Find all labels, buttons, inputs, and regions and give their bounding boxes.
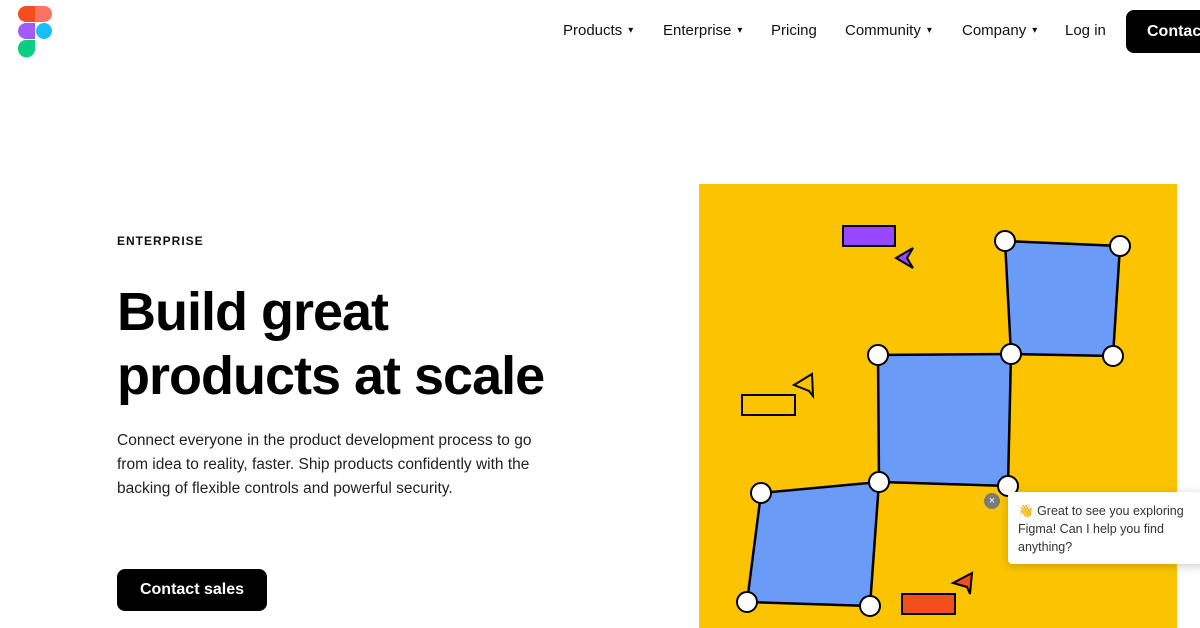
blue-square-middle [876, 352, 1013, 488]
chat-close-icon[interactable]: × [984, 493, 1000, 509]
hero-description: Connect everyone in the product developm… [117, 432, 532, 497]
handle-dot [859, 595, 881, 617]
contact-button[interactable]: Contact [1126, 10, 1200, 53]
chevron-down-icon: ▾ [628, 25, 634, 36]
chevron-down-icon: ▾ [926, 25, 932, 36]
handle-dot [736, 591, 758, 613]
nav-login-label: Log in [1065, 22, 1106, 39]
nav-products[interactable]: Products ▾ [563, 22, 633, 39]
nav-pricing-label: Pricing [771, 22, 817, 39]
handle-dot [1102, 345, 1124, 367]
handle-dot [994, 230, 1016, 252]
chat-popup[interactable]: 👋 Great to see you exploring Figma! Can … [1008, 492, 1200, 564]
nav-community-label: Community [845, 22, 921, 39]
nav-company[interactable]: Company ▾ [962, 22, 1037, 39]
handle-dot [868, 471, 890, 493]
yellow-tag [741, 394, 796, 416]
eyebrow-label: ENTERPRISE [117, 234, 204, 248]
nav-products-label: Products [563, 22, 623, 39]
chevron-down-icon: ▾ [737, 25, 743, 36]
handle-dot [1109, 235, 1131, 257]
hero-headline: Build great products at scale [117, 280, 597, 408]
headline-line-2: products at scale [117, 346, 545, 406]
nav-company-label: Company [962, 22, 1027, 39]
top-nav: Products ▾ Enterprise ▾ Pricing Communit… [0, 0, 1200, 64]
handle-dot [867, 344, 889, 366]
nav-community[interactable]: Community ▾ [845, 22, 932, 39]
nav-enterprise[interactable]: Enterprise ▾ [663, 22, 742, 39]
handle-dot [750, 482, 772, 504]
wave-emoji-icon: 👋 [1018, 504, 1034, 518]
handle-dot [1000, 343, 1022, 365]
chevron-down-icon: ▾ [1032, 25, 1038, 36]
purple-tag [842, 225, 896, 247]
nav-enterprise-label: Enterprise [663, 22, 732, 39]
contact-sales-button[interactable]: Contact sales [117, 569, 267, 611]
nav-login[interactable]: Log in [1065, 22, 1106, 39]
orange-tag [901, 593, 956, 615]
headline-line-1: Build great [117, 282, 389, 342]
blue-square-top [1003, 239, 1122, 358]
chat-message: Great to see you exploring Figma! Can I … [1018, 504, 1184, 554]
nav-pricing[interactable]: Pricing [771, 22, 817, 39]
